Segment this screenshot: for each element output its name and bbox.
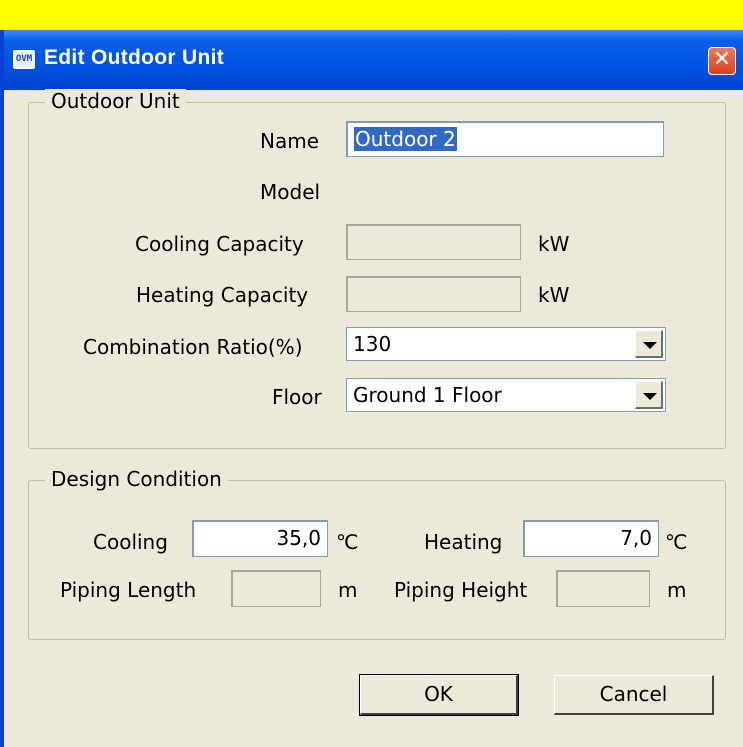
outdoor-unit-group-label: Outdoor Unit	[45, 89, 186, 113]
cooling-capacity-label: Cooling Capacity	[135, 232, 304, 256]
name-label: Name	[260, 129, 320, 153]
top-strip	[0, 0, 743, 30]
piping-length-field	[231, 570, 321, 607]
heating-capacity-label: Heating Capacity	[136, 283, 309, 307]
heating-temperature-value: 7,0	[620, 526, 652, 550]
cancel-button[interactable]: Cancel	[554, 675, 714, 715]
cooling-unit: ℃	[336, 530, 359, 554]
floor-label: Floor	[272, 385, 322, 409]
piping-height-field	[556, 570, 650, 607]
floor-dropdown-arrow-icon[interactable]	[635, 381, 663, 409]
heating-unit: ℃	[665, 530, 688, 554]
app-icon: OVM	[13, 50, 35, 69]
window-left-border	[0, 30, 4, 747]
heating-temperature-field[interactable]: 7,0	[523, 520, 659, 557]
floor-select[interactable]: Ground 1 Floor	[346, 378, 666, 412]
combination-ratio-value: 130	[353, 332, 392, 356]
piping-length-unit: m	[338, 578, 358, 602]
piping-height-label: Piping Height	[394, 578, 528, 602]
close-icon: ✕	[712, 47, 732, 72]
close-button[interactable]: ✕	[708, 47, 736, 75]
ok-button[interactable]: OK	[359, 674, 519, 716]
floor-value: Ground 1 Floor	[353, 383, 502, 407]
title-bar[interactable]: OVM Edit Outdoor Unit ✕	[0, 30, 743, 90]
model-label: Model	[260, 180, 321, 204]
cooling-capacity-field	[346, 224, 521, 260]
combination-ratio-dropdown-arrow-icon[interactable]	[635, 330, 663, 358]
name-field-value: Outdoor 2	[354, 127, 457, 151]
design-condition-group: Design Condition	[28, 467, 726, 640]
design-condition-group-label: Design Condition	[45, 467, 228, 491]
combination-ratio-label: Combination Ratio(%)	[83, 335, 303, 359]
heating-capacity-field	[346, 276, 521, 312]
heating-label: Heating	[424, 530, 503, 554]
window-title: Edit Outdoor Unit	[44, 46, 225, 69]
cooling-capacity-unit: kW	[538, 232, 570, 256]
edit-outdoor-unit-dialog: OVM Edit Outdoor Unit ✕ Outdoor Unit Nam…	[0, 30, 743, 747]
cooling-temperature-value: 35,0	[276, 526, 321, 550]
name-field[interactable]: Outdoor 2	[346, 121, 664, 157]
piping-length-label: Piping Length	[60, 578, 197, 602]
cooling-temperature-field[interactable]: 35,0	[192, 520, 328, 557]
cooling-label: Cooling	[93, 530, 168, 554]
piping-height-unit: m	[667, 578, 687, 602]
heating-capacity-unit: kW	[538, 283, 570, 307]
combination-ratio-select[interactable]: 130	[346, 327, 666, 361]
